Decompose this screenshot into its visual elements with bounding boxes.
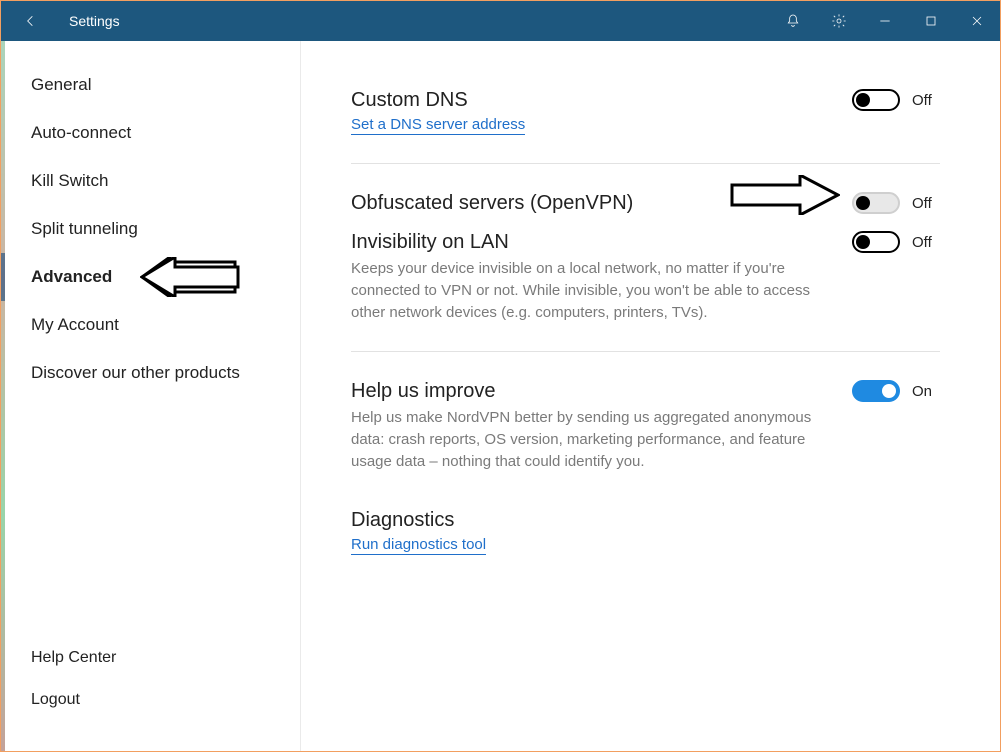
setting-description: Help us make NordVPN better by sending u…	[351, 407, 820, 472]
toggle-invisibility-lan[interactable]	[852, 231, 900, 253]
arrow-left-icon	[23, 13, 39, 29]
sidebar-item-my-account[interactable]: My Account	[1, 301, 300, 349]
close-button[interactable]	[954, 1, 1000, 41]
toggle-custom-dns[interactable]	[852, 89, 900, 111]
setting-description: Keeps your device invisible on a local n…	[351, 258, 820, 323]
decorative-left-strip	[1, 41, 5, 751]
sidebar-item-discover-products[interactable]: Discover our other products	[1, 349, 300, 397]
toggle-state-label: Off	[912, 92, 940, 109]
titlebar: Settings	[1, 1, 1000, 41]
window-title: Settings	[69, 13, 120, 29]
sidebar: General Auto-connect Kill Switch Split t…	[1, 41, 301, 751]
sidebar-item-auto-connect[interactable]: Auto-connect	[1, 109, 300, 157]
setting-title: Diagnostics	[351, 509, 940, 532]
set-dns-link[interactable]: Set a DNS server address	[351, 116, 525, 135]
minimize-icon	[877, 13, 893, 29]
sidebar-item-help-center[interactable]: Help Center	[1, 637, 300, 679]
setting-obfuscated-servers: Obfuscated servers (OpenVPN) Off	[351, 174, 940, 225]
setting-title: Custom DNS	[351, 89, 820, 112]
bell-icon	[785, 13, 801, 29]
toggle-state-label: Off	[912, 195, 940, 212]
toggle-obfuscated-servers[interactable]	[852, 192, 900, 214]
sidebar-item-general[interactable]: General	[1, 61, 300, 109]
toggle-help-us-improve[interactable]	[852, 380, 900, 402]
sidebar-item-label: Auto-connect	[31, 123, 131, 142]
annotation-arrow-obfuscated-toggle	[730, 175, 840, 215]
sidebar-item-label: Help Center	[31, 649, 116, 666]
close-icon	[969, 13, 985, 29]
setting-custom-dns: Custom DNS Set a DNS server address Off	[351, 71, 940, 153]
back-button[interactable]	[11, 1, 51, 41]
maximize-button[interactable]	[908, 1, 954, 41]
toggle-state-label: Off	[912, 234, 940, 251]
sidebar-item-label: General	[31, 75, 91, 94]
main-content: Custom DNS Set a DNS server address Off …	[301, 41, 1000, 751]
toggle-state-label: On	[912, 383, 940, 400]
setting-invisibility-lan: Invisibility on LAN Keeps your device in…	[351, 225, 940, 341]
sidebar-item-kill-switch[interactable]: Kill Switch	[1, 157, 300, 205]
setting-title: Invisibility on LAN	[351, 231, 820, 254]
maximize-icon	[923, 13, 939, 29]
annotation-arrow-advanced	[140, 257, 240, 297]
sidebar-item-logout[interactable]: Logout	[1, 679, 300, 721]
setting-title: Help us improve	[351, 380, 820, 403]
notifications-button[interactable]	[770, 1, 816, 41]
settings-button[interactable]	[816, 1, 862, 41]
divider	[351, 163, 940, 164]
sidebar-item-label: Kill Switch	[31, 171, 108, 190]
sidebar-item-label: Advanced	[31, 267, 112, 286]
minimize-button[interactable]	[862, 1, 908, 41]
divider	[351, 351, 940, 352]
sidebar-item-label: Split tunneling	[31, 219, 138, 238]
run-diagnostics-link[interactable]: Run diagnostics tool	[351, 536, 486, 555]
sidebar-item-split-tunneling[interactable]: Split tunneling	[1, 205, 300, 253]
sidebar-item-label: Logout	[31, 691, 80, 708]
sidebar-item-label: Discover our other products	[31, 363, 240, 382]
setting-help-us-improve: Help us improve Help us make NordVPN bet…	[351, 362, 940, 490]
sidebar-item-label: My Account	[31, 315, 119, 334]
gear-icon	[831, 13, 847, 29]
setting-diagnostics: Diagnostics Run diagnostics tool	[351, 491, 940, 573]
